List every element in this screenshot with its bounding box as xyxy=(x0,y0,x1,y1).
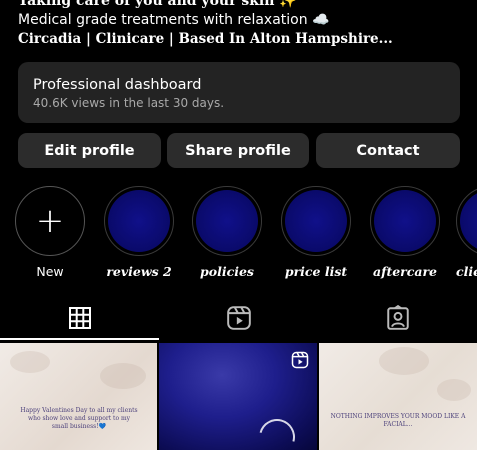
highlight-aftercare[interactable]: aftercare xyxy=(369,186,441,279)
bio-line-2: Medical grade treatments with relaxation… xyxy=(18,12,330,28)
bio-line-1: Taking care of you and your skin ✨ xyxy=(18,0,297,9)
edit-profile-button[interactable]: Edit profile xyxy=(18,133,161,168)
contact-button[interactable]: Contact xyxy=(316,133,460,168)
highlight-ring[interactable] xyxy=(192,186,262,256)
highlight-cover xyxy=(108,190,170,252)
highlight-ring[interactable] xyxy=(281,186,351,256)
tab-reels[interactable] xyxy=(159,298,318,338)
dashboard-title: Professional dashboard xyxy=(33,77,202,93)
profile-bio: Taking care of you and your skin ✨ Medic… xyxy=(18,0,468,49)
highlight-cover xyxy=(196,190,258,252)
bio-line-3[interactable]: Circadia | Clinicare | Based In Alton Ha… xyxy=(18,30,468,49)
posts-grid: Happy Valentines Day to all my clients w… xyxy=(0,343,477,450)
active-tab-indicator xyxy=(0,338,159,340)
reels-icon xyxy=(226,306,251,330)
professional-dashboard[interactable]: Professional dashboard 40.6K views in th… xyxy=(18,62,460,123)
highlight-new[interactable]: + New xyxy=(14,186,86,279)
highlight-ring[interactable] xyxy=(456,186,477,256)
highlight-label: policies xyxy=(200,264,254,279)
lamp-shape xyxy=(252,412,302,450)
highlight-price-list[interactable]: price list xyxy=(280,186,352,279)
highlight-cover xyxy=(374,190,436,252)
share-profile-button[interactable]: Share profile xyxy=(167,133,309,168)
reel-thumbnail[interactable] xyxy=(159,343,317,450)
new-highlight-ring[interactable]: + xyxy=(15,186,85,256)
highlight-ring[interactable] xyxy=(104,186,174,256)
post-caption: Happy Valentines Day to all my clients w… xyxy=(20,407,138,430)
leaf-shadow xyxy=(10,351,50,373)
plus-icon: + xyxy=(35,201,65,241)
tagged-icon xyxy=(386,305,409,330)
highlight-label: reviews 2 xyxy=(106,264,172,279)
highlight-label: clie xyxy=(456,264,477,279)
profile-tabs xyxy=(0,298,477,342)
highlight-ring[interactable] xyxy=(370,186,440,256)
leaf-shadow xyxy=(379,347,429,375)
post-thumbnail[interactable]: Happy Valentines Day to all my clients w… xyxy=(0,343,157,450)
tab-tagged[interactable] xyxy=(318,298,477,338)
leaf-shadow xyxy=(437,379,471,401)
post-caption: NOTHING IMPROVES YOUR MOOD LIKE A FACIAL… xyxy=(330,413,466,428)
highlight-label: New xyxy=(36,264,64,279)
highlight-label: aftercare xyxy=(372,264,438,279)
highlight-label: price list xyxy=(284,264,348,279)
highlight-cover xyxy=(285,190,347,252)
highlight-reviews[interactable]: reviews 2 xyxy=(103,186,175,279)
tab-posts-grid[interactable] xyxy=(0,298,159,338)
leaf-shadow xyxy=(100,363,146,389)
grid-icon xyxy=(68,307,91,329)
highlight-cover xyxy=(460,190,477,252)
post-thumbnail[interactable]: NOTHING IMPROVES YOUR MOOD LIKE A FACIAL… xyxy=(319,343,477,450)
highlight-policies[interactable]: policies xyxy=(191,186,263,279)
reel-icon xyxy=(291,351,309,369)
dashboard-subtitle: 40.6K views in the last 30 days. xyxy=(33,96,225,110)
highlight-clients[interactable]: clie xyxy=(456,186,477,279)
